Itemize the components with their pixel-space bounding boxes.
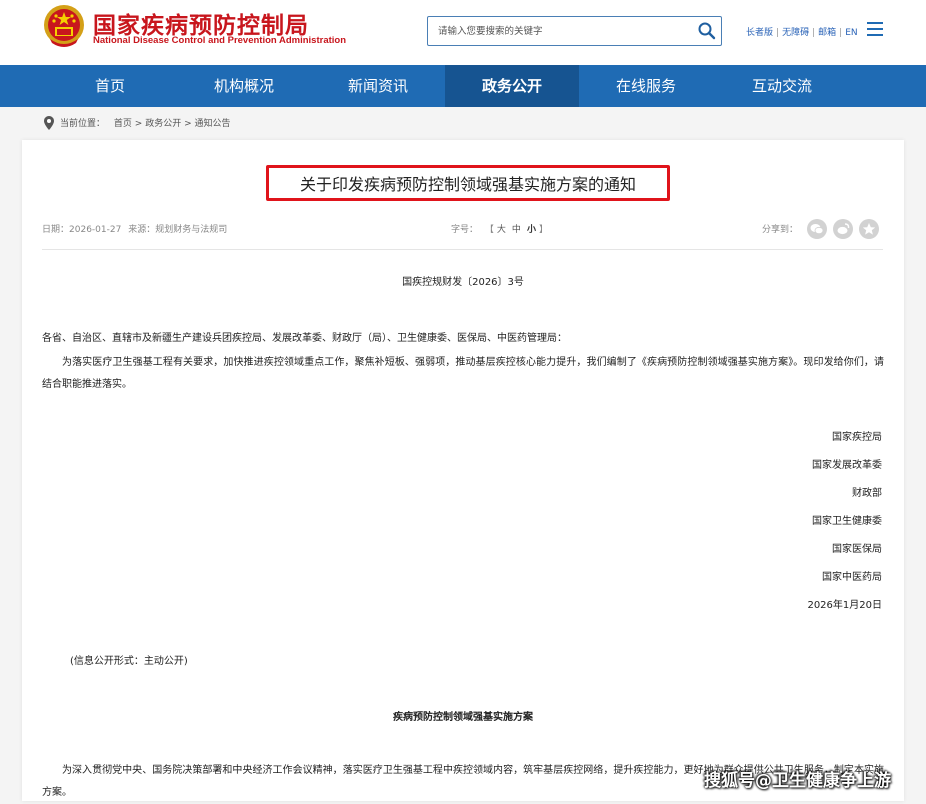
location-pin-icon (44, 116, 54, 130)
nav-item-home[interactable]: 首页 (40, 65, 180, 107)
breadcrumb-notices[interactable]: 通知公告 (195, 119, 231, 129)
sohu-watermark: 搜狐号@卫生健康争上游 (704, 771, 891, 791)
breadcrumb-label: 当前位置： (60, 119, 106, 129)
breadcrumb-home[interactable]: 首页 (114, 119, 132, 129)
article-title-highlight: 关于印发疾病预防控制领域强基实施方案的通知 (266, 165, 670, 201)
nav-item-news[interactable]: 新闻资讯 (308, 65, 448, 107)
font-size-large[interactable]: 大 (497, 225, 506, 235)
date-label: 日期： (42, 225, 70, 235)
site-header: 国家疾病预防控制局 National Disease Control and P… (0, 0, 926, 65)
nav-item-about[interactable]: 机构概况 (174, 65, 314, 107)
nav-item-interaction[interactable]: 互动交流 (712, 65, 852, 107)
signature-4: 国家卫生健康委 (812, 516, 882, 527)
font-size-medium[interactable]: 中 (512, 225, 521, 235)
addressees: 各省、自治区、直辖市及新疆生产建设兵团疾控局、发展改革委、财政厅（局）、卫生健康… (42, 333, 567, 344)
article-title: 关于印发疾病预防控制领域强基实施方案的通知 (299, 175, 636, 194)
national-emblem-icon[interactable] (40, 3, 88, 51)
nav-item-online-services[interactable]: 在线服务 (578, 65, 714, 107)
site-logo-subtitle: National Disease Control and Prevention … (93, 35, 347, 46)
article-meta: 日期：2026-01-27 来源：规划财务与法规司 (42, 222, 227, 235)
publish-date: 2026-01-27 (69, 225, 122, 235)
search-input[interactable] (428, 17, 690, 45)
breadcrumb-separator: > (134, 119, 143, 129)
font-size-label: 字号： (451, 225, 479, 235)
wechat-share-icon[interactable] (807, 219, 827, 239)
signature-2: 国家发展改革委 (812, 460, 882, 471)
accessibility-link[interactable]: 无障碍 (782, 28, 809, 38)
favorite-share-icon[interactable] (859, 219, 879, 239)
signature-6: 国家中医药局 (822, 572, 882, 583)
main-nav: 首页 机构概况 新闻资讯 政务公开 在线服务 互动交流 (0, 65, 926, 107)
share-label: 分享到： (762, 225, 799, 235)
signature-1: 国家疾控局 (832, 432, 882, 443)
signature-5: 国家医保局 (832, 544, 882, 555)
hamburger-menu-icon[interactable] (867, 22, 883, 38)
article-container: 关于印发疾病预防控制领域强基实施方案的通知 日期：2026-01-27 来源：规… (22, 140, 904, 801)
document-number: 国疾控规财发〔2026〕3号 (402, 277, 524, 288)
disclosure-form: (信息公开形式：主动公开) (70, 656, 188, 667)
article-source: 规划财务与法规司 (155, 225, 228, 235)
breadcrumb-government-affairs[interactable]: 政务公开 (145, 119, 181, 129)
signature-date: 2026年1月20日 (807, 600, 882, 611)
english-link[interactable]: EN (845, 28, 857, 38)
plan-title: 疾病预防控制领域强基实施方案 (393, 712, 533, 723)
nav-item-government-affairs[interactable]: 政务公开 (445, 65, 579, 107)
font-size-control: 字号： 【大中小】 (451, 225, 548, 235)
elder-mode-link[interactable]: 长者版 (746, 28, 773, 38)
source-label: 来源： (128, 225, 156, 235)
mailbox-link[interactable]: 邮箱 (818, 28, 836, 38)
top-links: 长者版 | 无障碍 | 邮箱 | EN (746, 28, 858, 38)
breadcrumb-separator: > (184, 119, 192, 129)
article-body: 为落实医疗卫生强基工程有关要求，加快推进疾控领域重点工作，聚焦补短板、强弱项，推… (42, 357, 884, 390)
breadcrumb: 当前位置： 首页 > 政务公开 > 通知公告 (44, 116, 231, 132)
search-box (427, 16, 722, 46)
font-size-small[interactable]: 小 (527, 225, 536, 235)
search-icon[interactable] (697, 21, 717, 41)
meta-divider (42, 249, 883, 250)
signature-3: 财政部 (852, 488, 882, 499)
weibo-share-icon[interactable] (833, 219, 853, 239)
